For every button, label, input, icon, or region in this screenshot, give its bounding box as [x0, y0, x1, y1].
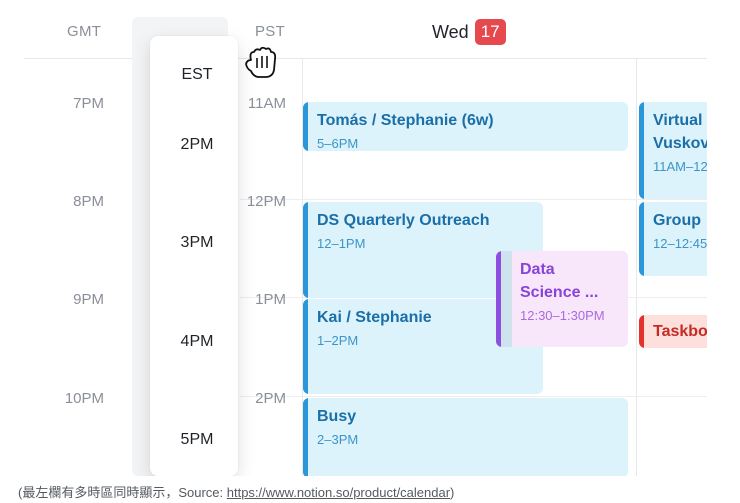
event-time: 12:30–1:30PM — [520, 308, 605, 323]
hour-line — [240, 199, 707, 200]
est-time-label: 5PM — [180, 431, 214, 448]
event-virtual[interactable]: Virtual Vuskov 11AM–12 — [639, 102, 707, 199]
event-title: Busy — [317, 408, 357, 425]
grab-hand-icon — [245, 46, 277, 78]
est-time-label: 3PM — [180, 234, 214, 251]
event-time: 2–3PM — [317, 432, 359, 447]
timezone-header-gmt[interactable]: GMT — [67, 23, 101, 40]
event-title: Group — [653, 212, 701, 229]
event-title: DS Quarterly Outreach — [317, 212, 490, 229]
event-time: 5–6PM — [317, 136, 359, 151]
caption-link[interactable]: https://www.notion.so/product/calendar — [227, 485, 450, 500]
image-caption: (最左欄有多時區同時顯示，Source: https://www.notion.… — [18, 482, 454, 501]
timezone-header-est[interactable]: EST — [150, 66, 244, 84]
caption-prefix: (最左欄有多時區同時顯示，Source: — [18, 485, 227, 500]
gmt-time-label: 10PM — [64, 390, 104, 407]
timezone-column-est-dragging[interactable]: EST 2PM 3PM 4PM 5PM — [150, 36, 238, 476]
event-group[interactable]: Group 12–12:45 — [639, 202, 707, 276]
event-busy[interactable]: Busy 2–3PM — [303, 398, 628, 476]
event-tomas-stephanie[interactable]: Tomás / Stephanie (6w) 5–6PM — [303, 102, 628, 151]
event-title: Taskbo — [653, 323, 707, 340]
calendar-screenshot: GMT PST Wed 17 7PM 8PM 9PM 10PM 11AM 12P… — [0, 0, 740, 503]
day-column-divider — [636, 58, 637, 476]
est-time-label: 4PM — [180, 333, 214, 350]
day-name: Wed — [432, 21, 469, 42]
event-title: Tomás / Stephanie (6w) — [317, 112, 494, 129]
gmt-time-label: 9PM — [73, 291, 104, 308]
timezone-header-pst[interactable]: PST — [255, 23, 285, 40]
event-data-science[interactable]: Data Science ... 12:30–1:30PM — [496, 251, 628, 347]
header-divider — [24, 58, 707, 59]
hour-line — [240, 396, 707, 397]
caption-suffix: ) — [450, 485, 455, 500]
today-date-badge: 17 — [474, 19, 506, 45]
gmt-time-label: 8PM — [73, 193, 104, 210]
day-header[interactable]: Wed 17 — [432, 18, 506, 46]
event-time: 12–12:45 — [653, 236, 707, 251]
est-time-label: 2PM — [180, 136, 214, 153]
event-taskbo[interactable]: Taskbo — [639, 315, 707, 348]
event-title: Virtual Vuskov — [653, 112, 707, 152]
calendar-view: GMT PST Wed 17 7PM 8PM 9PM 10PM 11AM 12P… — [24, 0, 707, 476]
gmt-time-label: 7PM — [73, 95, 104, 112]
event-time: 11AM–12 — [653, 159, 707, 174]
event-title: Data Science ... — [520, 261, 599, 301]
